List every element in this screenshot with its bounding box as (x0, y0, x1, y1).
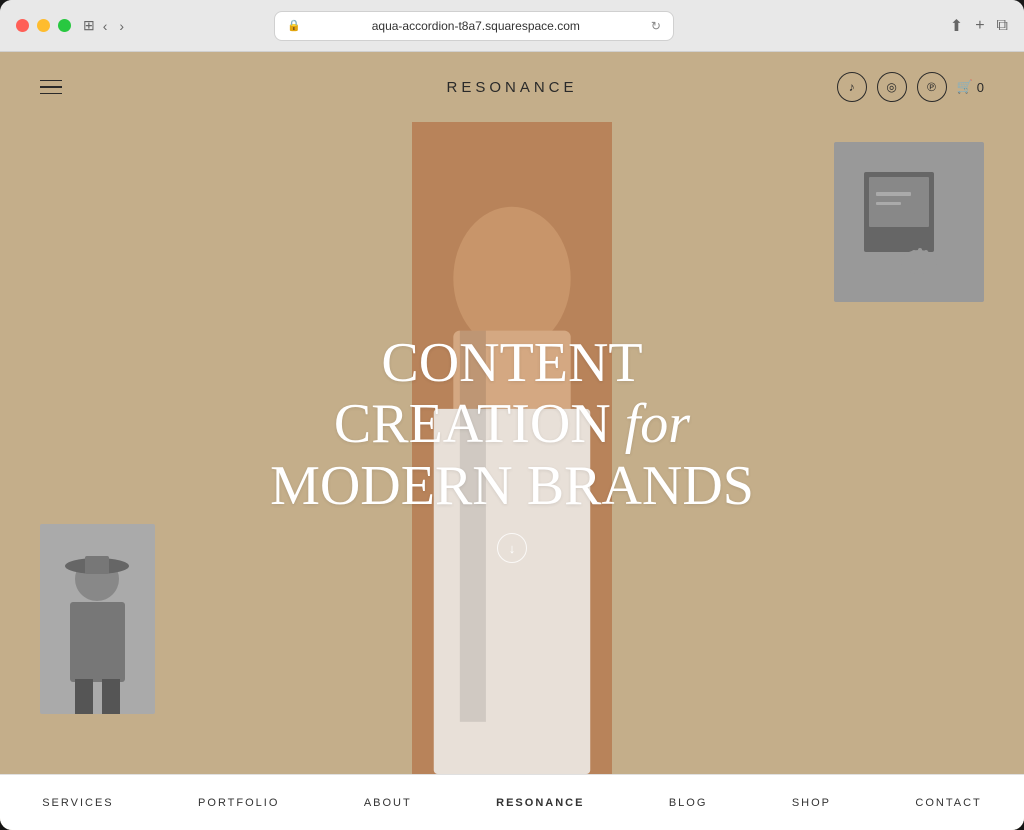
footer-nav-about[interactable]: ABOUT (354, 797, 422, 809)
footer-nav-services[interactable]: SERVICES (32, 797, 123, 809)
lock-icon: 🔒 (287, 19, 301, 32)
url-text: aqua-accordion-t8a7.squarespace.com (309, 19, 643, 33)
new-tab-button[interactable]: + (975, 17, 984, 35)
footer-nav-contact[interactable]: CONTACT (905, 797, 991, 809)
maximize-dot[interactable] (58, 19, 71, 32)
footer-nav-blog[interactable]: BLOG (659, 797, 718, 809)
minimize-dot[interactable] (37, 19, 50, 32)
cart-icon: 🛒 (957, 79, 973, 95)
right-hero-image (834, 142, 984, 302)
share-button[interactable]: ⬆ (950, 16, 963, 36)
title-bar: ⊞ ‹ › 🔒 aqua-accordion-t8a7.squarespace.… (0, 0, 1024, 52)
toolbar-right: ⬆ + ⧉ (950, 16, 1008, 36)
site-logo[interactable]: RESONANCE (446, 79, 577, 96)
back-button[interactable]: ‹ (99, 16, 112, 36)
cart-button[interactable]: 🛒 0 (957, 79, 984, 95)
hamburger-line-1 (40, 80, 62, 82)
tabs-button[interactable]: ⧉ (997, 17, 1008, 35)
hamburger-line-2 (40, 86, 62, 88)
website: RESONANCE ♪ ◎ ℗ 🛒 0 (0, 52, 1024, 830)
site-header: RESONANCE ♪ ◎ ℗ 🛒 0 (0, 52, 1024, 122)
center-hero-image (412, 122, 612, 774)
left-image-inner (40, 524, 155, 714)
hamburger-line-3 (40, 93, 62, 95)
hero-line2-italic: for (625, 393, 690, 455)
footer-nav-resonance[interactable]: RESONANCE (486, 797, 594, 809)
footer-nav-shop[interactable]: SHOP (782, 797, 841, 809)
sidebar-toggle-button[interactable]: ⊞ (83, 17, 95, 34)
tiktok-icon[interactable]: ♪ (837, 72, 867, 102)
hero-section: CONTENT CREATION for MODERN BRANDS ↓ (0, 122, 1024, 774)
pinterest-icon[interactable]: ℗ (917, 72, 947, 102)
cart-count: 0 (977, 80, 984, 95)
footer-nav-portfolio[interactable]: PORTFOLIO (188, 797, 289, 809)
header-right: ♪ ◎ ℗ 🛒 0 (837, 72, 984, 102)
left-hero-image (40, 524, 155, 714)
right-image-inner (834, 142, 984, 302)
address-bar[interactable]: 🔒 aqua-accordion-t8a7.squarespace.com ↻ (274, 11, 674, 41)
footer-nav: SERVICES PORTFOLIO ABOUT RESONANCE BLOG … (0, 774, 1024, 830)
refresh-button[interactable]: ↻ (651, 19, 661, 33)
instagram-icon[interactable]: ◎ (877, 72, 907, 102)
mac-window: ⊞ ‹ › 🔒 aqua-accordion-t8a7.squarespace.… (0, 0, 1024, 830)
hamburger-menu-button[interactable] (40, 80, 62, 95)
forward-button[interactable]: › (115, 16, 128, 36)
window-controls (16, 19, 71, 32)
browser-content: RESONANCE ♪ ◎ ℗ 🛒 0 (0, 52, 1024, 830)
nav-buttons: ‹ › (99, 16, 128, 36)
center-image-inner (412, 122, 612, 774)
close-dot[interactable] (16, 19, 29, 32)
